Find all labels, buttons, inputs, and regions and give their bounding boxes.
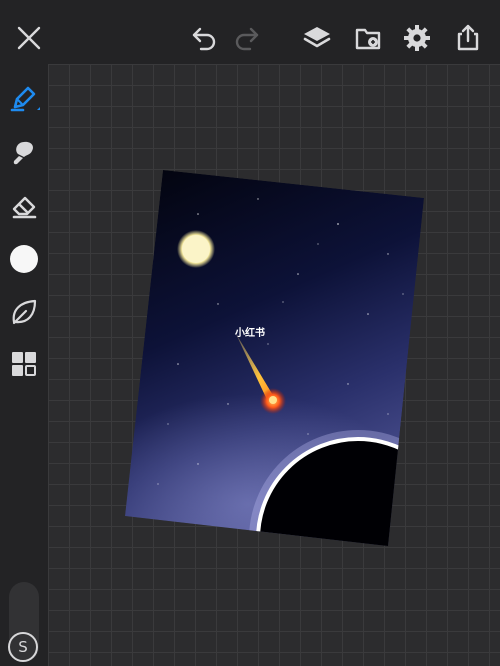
color-swatch[interactable]	[6, 241, 42, 277]
leaf-icon[interactable]	[6, 294, 42, 330]
close-icon[interactable]	[11, 20, 47, 56]
canvas-area[interactable]: 小红书	[48, 64, 500, 666]
redo-icon[interactable]	[229, 20, 265, 56]
layers-icon[interactable]	[299, 20, 335, 56]
undo-icon[interactable]	[186, 20, 222, 56]
pen-icon[interactable]	[6, 80, 42, 116]
share-icon[interactable]	[450, 20, 486, 56]
size-button-label: S	[18, 638, 28, 656]
gear-icon[interactable]	[399, 20, 435, 56]
eraser-icon[interactable]	[6, 188, 42, 224]
top-toolbar	[0, 0, 500, 64]
tool-sidebar	[0, 64, 48, 666]
smudge-icon[interactable]	[6, 134, 42, 170]
watermark-text: 小红书	[234, 326, 265, 339]
size-button[interactable]: S	[8, 632, 38, 662]
import-icon[interactable]	[350, 20, 386, 56]
artwork[interactable]: 小红书	[48, 64, 500, 666]
planet	[256, 437, 424, 546]
artwork-scene	[125, 170, 424, 546]
grid-icon[interactable]	[6, 346, 42, 382]
